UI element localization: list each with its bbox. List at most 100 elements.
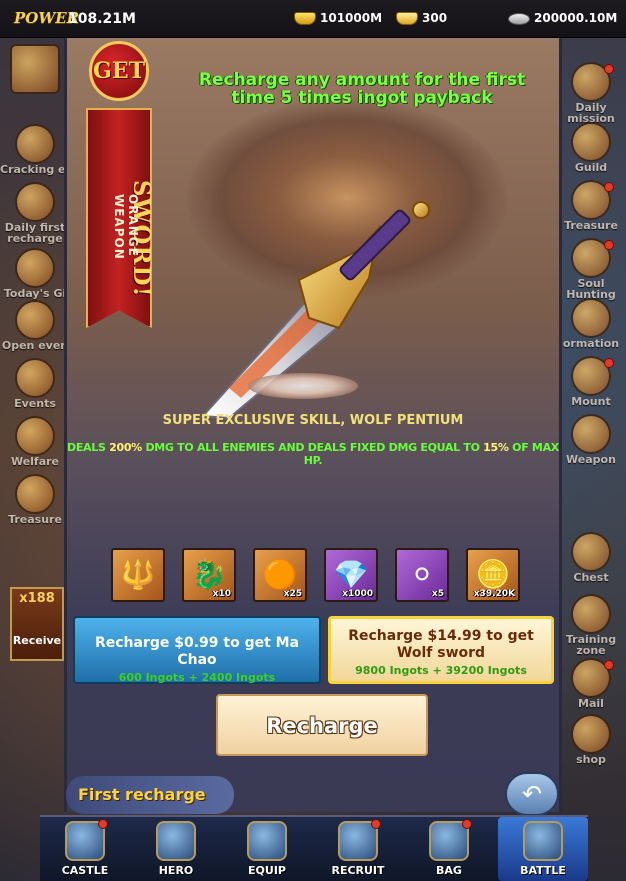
side-item-label: Treasure bbox=[564, 219, 618, 232]
notification-dot bbox=[462, 819, 472, 829]
notification-dot bbox=[604, 64, 614, 74]
side-item-formation[interactable]: ormation bbox=[556, 298, 626, 349]
side-item-mount[interactable]: Mount bbox=[556, 356, 626, 407]
gold-resource[interactable]: 101000M bbox=[294, 11, 382, 25]
side-item-label: Chest bbox=[573, 571, 609, 584]
nav-battle[interactable]: BATTLE bbox=[498, 817, 588, 881]
events-icon bbox=[15, 358, 55, 398]
skill-desc-text: DEALS bbox=[67, 441, 110, 454]
nav-castle[interactable]: CASTLE bbox=[40, 817, 130, 881]
back-button[interactable]: ↶ bbox=[505, 772, 559, 816]
reward-item-trident[interactable]: 🔱 bbox=[111, 548, 165, 602]
back-arrow-icon: ↶ bbox=[521, 780, 543, 808]
banner-subtitle: ORANGE WEAPON bbox=[112, 194, 140, 260]
nav-label: HERO bbox=[158, 864, 194, 877]
first-recharge-gift-tab[interactable]: First recharge gift bbox=[66, 776, 234, 842]
skill-desc-value: 200% bbox=[109, 441, 142, 454]
recharge-option-ma-chao[interactable]: Recharge $0.99 to get Ma Chao 600 Ingots… bbox=[73, 616, 321, 684]
side-item-open-event[interactable]: Open even bbox=[0, 300, 70, 351]
reward-item-crystal[interactable]: 💎 x1000 bbox=[324, 548, 378, 602]
side-item-treasure[interactable]: Treasure bbox=[0, 474, 70, 525]
avatar-icon bbox=[10, 44, 60, 94]
option-sub: 9800 Ingots + 39200 Ingots bbox=[355, 664, 527, 677]
side-item-daily-mission[interactable]: Daily mission bbox=[556, 62, 626, 124]
hero-avatar[interactable] bbox=[0, 44, 70, 94]
reward-item-silver-ingot[interactable]: ⚪ x5 bbox=[395, 548, 449, 602]
gold-ingot-icon bbox=[294, 12, 316, 25]
silver-resource[interactable]: 200000.10M bbox=[508, 11, 617, 25]
side-item-shop[interactable]: shop bbox=[556, 714, 626, 765]
item-qty: x1000 bbox=[342, 589, 373, 599]
side-item-label: Cracking egg bbox=[0, 163, 82, 176]
receive-button[interactable]: x188 Receive bbox=[10, 587, 64, 661]
side-item-label: Guild bbox=[574, 161, 608, 174]
receive-label: Receive bbox=[12, 634, 62, 647]
item-qty: x39.20K bbox=[473, 589, 515, 599]
nav-equip[interactable]: EQUIP bbox=[222, 817, 312, 881]
item-qty: x5 bbox=[431, 589, 444, 599]
skill-description: DEALS 200% DMG TO ALL ENEMIES AND DEALS … bbox=[64, 441, 562, 467]
side-item-welfare[interactable]: Welfare bbox=[0, 416, 70, 467]
reward-item-orb[interactable]: 🟠 x25 bbox=[253, 548, 307, 602]
item-qty: x25 bbox=[283, 589, 302, 599]
formation-icon bbox=[571, 298, 611, 338]
side-item-chest[interactable]: Chest bbox=[556, 532, 626, 583]
side-item-guild[interactable]: Guild bbox=[556, 122, 626, 173]
option-label: Recharge $14.99 to get Wolf sword bbox=[348, 628, 534, 661]
option-label: Recharge $0.99 to get Ma Chao bbox=[94, 635, 300, 668]
recharge-option-wolf-sword[interactable]: Recharge $14.99 to get Wolf sword 9800 I… bbox=[328, 616, 554, 684]
notification-dot bbox=[604, 240, 614, 250]
reward-item-dragon-token[interactable]: 🐉 x10 bbox=[182, 548, 236, 602]
side-item-label: Treasure bbox=[8, 513, 62, 526]
welfare-icon bbox=[15, 416, 55, 456]
skill-title: SUPER EXCLUSIVE SKILL, WOLF PENTIUM bbox=[162, 413, 464, 428]
side-item-daily-first-recharge[interactable]: Daily first recharge bbox=[0, 182, 70, 244]
egg-icon bbox=[15, 124, 55, 164]
nav-hero[interactable]: HERO bbox=[131, 817, 221, 881]
side-item-label: Mount bbox=[571, 395, 611, 408]
side-item-label: shop bbox=[576, 753, 606, 766]
side-item-label: Open even bbox=[1, 339, 69, 352]
side-item-events[interactable]: Events bbox=[0, 358, 70, 409]
nav-label: BAG bbox=[436, 864, 462, 877]
sword-pedestal bbox=[248, 373, 358, 399]
side-item-treasure-right[interactable]: Treasure bbox=[556, 180, 626, 231]
ingot-resource[interactable]: 300 bbox=[396, 11, 447, 25]
side-item-label: Today's Gi bbox=[3, 287, 67, 300]
option-sub: 600 Ingots + 2400 Ingots bbox=[118, 671, 276, 684]
chest-icon bbox=[15, 300, 55, 340]
nav-bag[interactable]: BAG bbox=[404, 817, 494, 881]
trident-icon: 🔱 bbox=[120, 558, 156, 591]
nav-recruit[interactable]: RECRUIT bbox=[313, 817, 403, 881]
side-item-cracking-egg[interactable]: Cracking egg bbox=[0, 124, 82, 176]
side-item-label: Events bbox=[14, 397, 56, 410]
reward-item-gold-ingot[interactable]: 🪙 x39.20K bbox=[466, 548, 520, 602]
nav-label: CASTLE bbox=[61, 864, 109, 877]
wolf-sword-banner: WOLF SWORD! ORANGE WEAPON bbox=[86, 108, 152, 328]
notification-dot bbox=[604, 660, 614, 670]
side-item-training-zone[interactable]: Training zone bbox=[556, 594, 626, 656]
ingot-icon bbox=[396, 12, 418, 25]
equip-icon bbox=[247, 821, 287, 861]
popup-headline: Recharge any amount for the first time 5… bbox=[198, 70, 526, 108]
power-value: 108.21M bbox=[68, 11, 136, 27]
training-icon bbox=[571, 594, 611, 634]
battle-icon bbox=[523, 821, 563, 861]
notification-dot bbox=[371, 819, 381, 829]
recharge-button[interactable]: Recharge bbox=[216, 694, 428, 756]
get-badge: GET bbox=[89, 41, 149, 101]
treasure-icon bbox=[15, 474, 55, 514]
notification-dot bbox=[604, 358, 614, 368]
side-item-label: Daily first recharge bbox=[4, 221, 66, 245]
side-item-label: Soul Hunting bbox=[566, 277, 616, 301]
calendar-icon bbox=[15, 248, 55, 288]
side-item-mail[interactable]: Mail bbox=[556, 658, 626, 709]
notification-dot bbox=[98, 819, 108, 829]
side-item-weapon[interactable]: Weapon bbox=[556, 414, 626, 465]
side-item-label: Training zone bbox=[565, 633, 617, 657]
weapon-icon bbox=[571, 414, 611, 454]
side-item-soul-hunting[interactable]: Soul Hunting bbox=[556, 238, 626, 300]
side-item-todays-gift[interactable]: Today's Gi bbox=[0, 248, 70, 299]
gift-icon bbox=[15, 182, 55, 222]
shop-icon bbox=[571, 714, 611, 754]
